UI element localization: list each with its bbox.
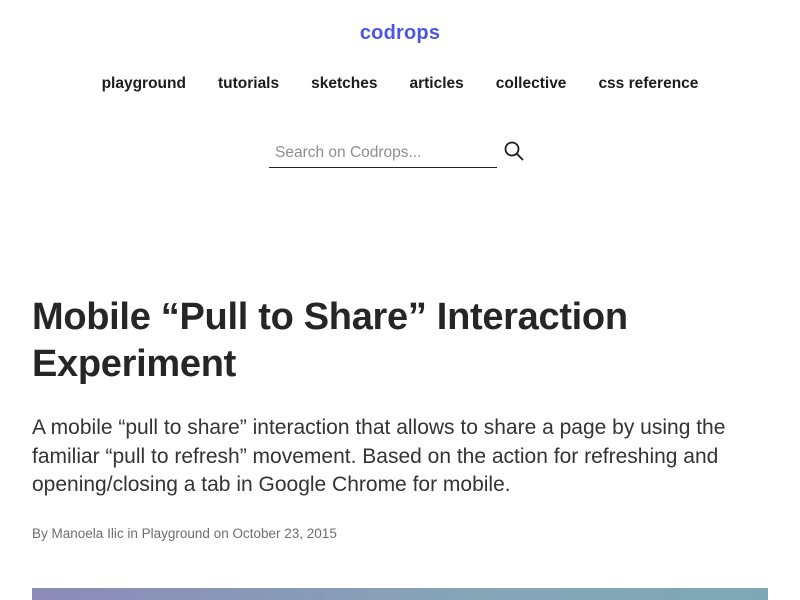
main-nav: playground tutorials sketches articles c…	[0, 74, 800, 94]
category-link[interactable]: Playground	[142, 526, 210, 541]
publish-date: October 23, 2015	[232, 525, 337, 541]
article: Mobile “Pull to Share” Interaction Exper…	[32, 294, 772, 543]
nav-item-articles[interactable]: articles	[409, 74, 463, 94]
page: codrops playground tutorials sketches ar…	[0, 0, 800, 600]
article-title: Mobile “Pull to Share” Interaction Exper…	[32, 296, 628, 385]
byline-in: in	[127, 525, 138, 541]
hero-image	[32, 588, 768, 600]
site-logo[interactable]: codrops	[0, 22, 800, 45]
byline-by: By	[32, 525, 48, 541]
byline-on: on	[213, 525, 229, 541]
nav-item-collective[interactable]: collective	[496, 74, 567, 94]
article-byline: By Manoela Ilic in Playground on October…	[32, 525, 772, 543]
nav-item-playground[interactable]: playground	[102, 74, 186, 94]
nav-item-css-reference[interactable]: css reference	[598, 74, 698, 94]
author-link[interactable]: Manoela Ilic	[52, 526, 124, 541]
search-icon[interactable]	[503, 140, 525, 162]
nav-item-tutorials[interactable]: tutorials	[218, 74, 279, 94]
site-header: codrops playground tutorials sketches ar…	[0, 0, 800, 200]
article-excerpt: A mobile “pull to share” interaction tha…	[32, 416, 726, 496]
search-input[interactable]	[269, 138, 497, 168]
nav-item-sketches[interactable]: sketches	[311, 74, 377, 94]
search-form	[269, 136, 529, 170]
